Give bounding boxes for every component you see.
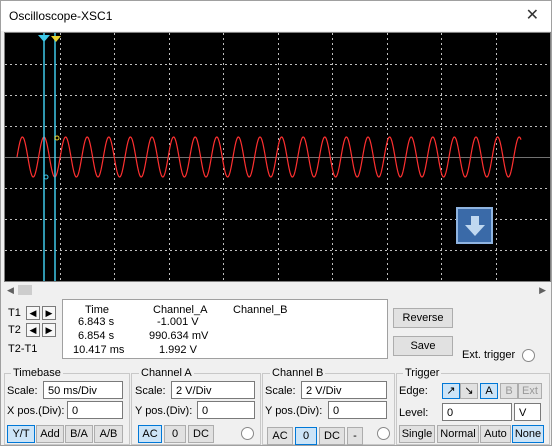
channel-b-dc-button[interactable]: DC: [319, 427, 345, 445]
scope-display: [5, 33, 550, 281]
channel-b-ac-button[interactable]: AC: [267, 427, 293, 445]
channel-b-ypos-input[interactable]: 0: [328, 401, 387, 419]
channel-b-radio[interactable]: [377, 427, 390, 440]
scroll-right-icon[interactable]: ▶: [539, 285, 546, 296]
channel-b-zero-button[interactable]: 0: [295, 427, 317, 445]
t1-left-arrow-icon[interactable]: ◀: [26, 306, 40, 320]
t1-time: 6.843 s: [78, 316, 115, 328]
channel-a-zero-button[interactable]: 0: [164, 425, 186, 443]
trigger-level-unit[interactable]: V: [514, 403, 541, 421]
header-channel-b: Channel_B: [233, 304, 288, 316]
mode-add-button[interactable]: Add: [36, 425, 64, 443]
mode-ba-button[interactable]: B/A: [65, 425, 93, 443]
ext-trigger-label: Ext. trigger: [462, 349, 516, 361]
download-icon[interactable]: [456, 207, 493, 244]
oscilloscope-window: Oscilloscope-XSC1 ✕ ◀ ▶ T1 ◀ ▶ T2 ◀ ▶ T2…: [0, 0, 552, 446]
timebase-xpos-input[interactable]: 0: [67, 401, 123, 419]
ext-trigger-radio[interactable]: [522, 349, 535, 362]
channel-a-ypos-label: Y pos.(Div):: [135, 405, 193, 417]
falling-edge-icon[interactable]: ↘: [460, 383, 478, 399]
t2-channel-a: 990.634 mV: [149, 330, 209, 342]
channel-b-ypos-label: Y pos.(Div):: [265, 405, 323, 417]
timebase-title: Timebase: [11, 367, 63, 379]
t1-label: T1: [8, 307, 21, 319]
save-button[interactable]: Save: [393, 336, 453, 356]
horizontal-scrollbar[interactable]: ◀ ▶: [4, 283, 549, 297]
channel-a-scale-label: Scale:: [135, 385, 166, 397]
reverse-button[interactable]: Reverse: [393, 308, 453, 328]
channel-a-ypos-input[interactable]: 0: [197, 401, 255, 419]
cursor-readout: T1 ◀ ▶ T2 ◀ ▶ T2-T1 Time Channel_A Chann…: [4, 299, 388, 359]
t1-right-arrow-icon[interactable]: ▶: [42, 306, 56, 320]
header-time: Time: [85, 304, 110, 316]
t2-t1-time: 10.417 ms: [73, 344, 125, 356]
channel-a-ac-button[interactable]: AC: [138, 425, 162, 443]
trigger-level-input[interactable]: 0: [442, 403, 512, 421]
cursor-t1-marker: [38, 35, 50, 42]
readout-table: Time Channel_A Channel_B 6.843 s -1.001 …: [62, 299, 388, 359]
t2-t1-label: T2-T1: [8, 343, 38, 355]
title-bar: Oscilloscope-XSC1 ✕: [1, 1, 551, 31]
t2-right-arrow-icon[interactable]: ▶: [42, 323, 56, 337]
trigger-normal-button[interactable]: Normal: [437, 425, 479, 443]
channel-a-scale-input[interactable]: 2 V/Div: [171, 381, 255, 399]
timebase-scale-label: Scale:: [7, 385, 38, 397]
trigger-source-ext-button[interactable]: Ext: [518, 383, 542, 399]
rising-edge-icon[interactable]: ↗: [442, 383, 460, 399]
close-icon[interactable]: ✕: [526, 5, 539, 25]
t2-left-arrow-icon[interactable]: ◀: [26, 323, 40, 337]
channel-b-title: Channel B: [270, 367, 326, 379]
trigger-source-b-button[interactable]: B: [500, 383, 518, 399]
cursor-t2-marker: [51, 36, 61, 42]
timebase-xpos-label: X pos.(Div):: [7, 405, 65, 417]
t1-channel-a: -1.001 V: [157, 316, 199, 328]
trigger-level-label: Level:: [399, 407, 429, 419]
trigger-single-button[interactable]: Single: [399, 425, 435, 443]
trigger-source-a-button[interactable]: A: [480, 383, 498, 399]
mode-ab-button[interactable]: A/B: [94, 425, 123, 443]
trigger-none-button[interactable]: None: [512, 425, 544, 443]
timebase-scale-input[interactable]: 50 ms/Div: [43, 381, 123, 399]
channel-b-invert-button[interactable]: -: [347, 427, 363, 445]
scroll-left-icon[interactable]: ◀: [7, 285, 14, 296]
t2-label: T2: [8, 324, 21, 336]
trigger-edge-label: Edge:: [399, 385, 428, 397]
header-channel-a: Channel_A: [153, 304, 208, 316]
t2-t1-channel-a: 1.992 V: [159, 344, 197, 356]
scroll-thumb[interactable]: [18, 285, 32, 295]
window-title: Oscilloscope-XSC1: [9, 9, 113, 23]
channel-a-dc-button[interactable]: DC: [188, 425, 214, 443]
channel-a-radio[interactable]: [241, 427, 254, 440]
scope-screen[interactable]: [4, 32, 551, 282]
trigger-auto-button[interactable]: Auto: [480, 425, 511, 443]
channel-b-scale-label: Scale:: [265, 385, 296, 397]
mode-yt-button[interactable]: Y/T: [7, 425, 35, 443]
trigger-title: Trigger: [403, 367, 442, 379]
channel-b-scale-input[interactable]: 2 V/Div: [301, 381, 387, 399]
t2-time: 6.854 s: [78, 330, 115, 342]
channel-a-title: Channel A: [139, 367, 194, 379]
